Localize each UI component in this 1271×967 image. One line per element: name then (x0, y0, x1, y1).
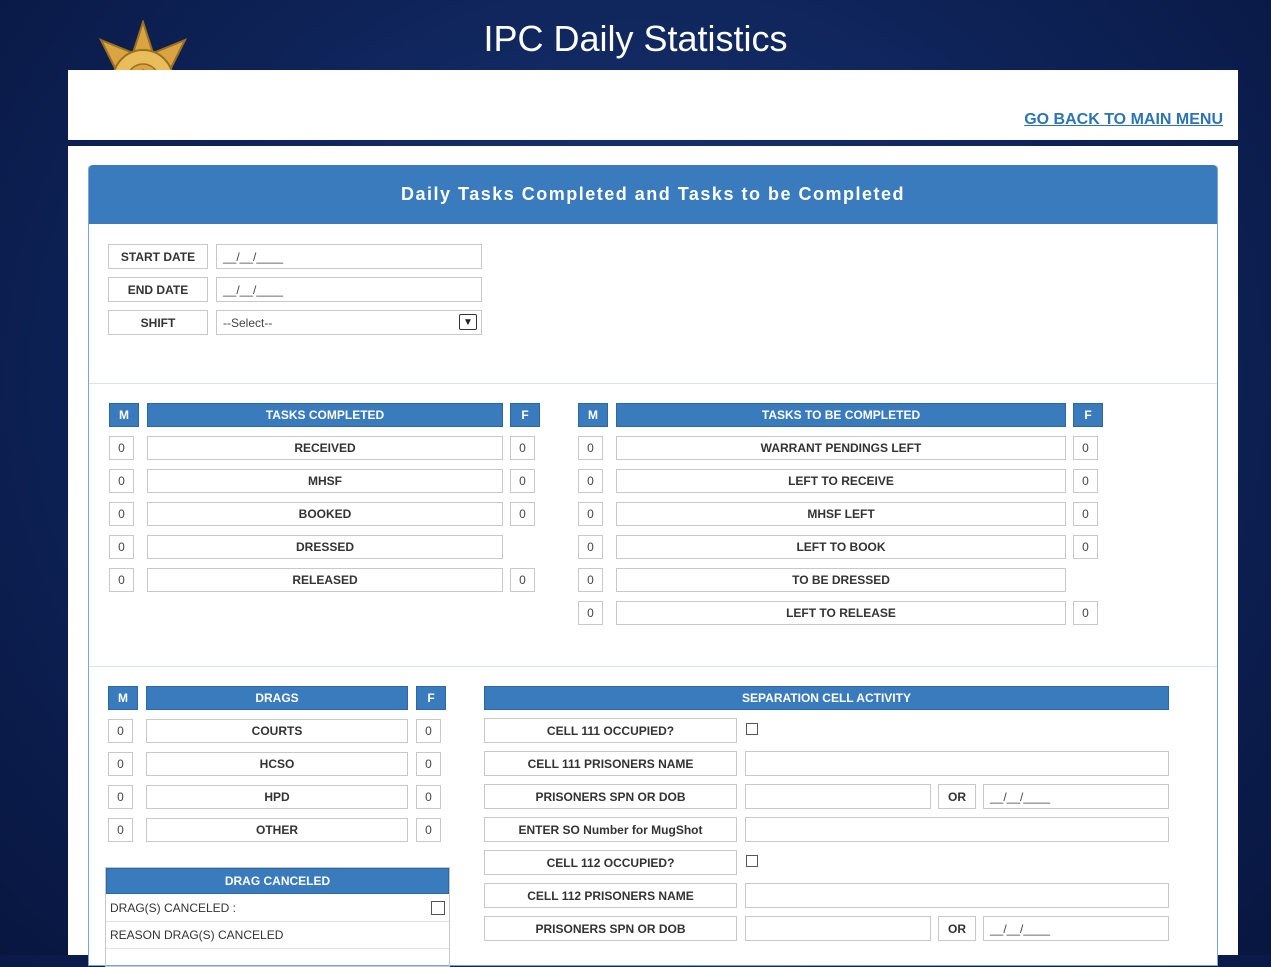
todo-m-header: M (578, 403, 608, 427)
booked-m-input[interactable]: 0 (109, 502, 134, 526)
shift-select[interactable]: --Select-- ▼ (216, 310, 482, 335)
left-to-receive-f-input[interactable]: 0 (1073, 469, 1098, 493)
warrant-pendings-label: WARRANT PENDINGS LEFT (616, 436, 1066, 460)
left-to-book-f-input[interactable]: 0 (1073, 535, 1098, 559)
left-to-book-label: LEFT TO BOOK (616, 535, 1066, 559)
released-f-input[interactable]: 0 (510, 568, 535, 592)
released-label: RELEASED (147, 568, 503, 592)
cell-111-occupied-checkbox[interactable] (746, 723, 758, 735)
dob-input-1[interactable]: __/__/____ (983, 784, 1169, 809)
drags-f-header: F (416, 686, 446, 710)
mhsf-left-m-input[interactable]: 0 (578, 502, 603, 526)
end-date-label: END DATE (108, 277, 208, 302)
booked-f-input[interactable]: 0 (510, 502, 535, 526)
cell-111-name-label: CELL 111 PRISONERS NAME (484, 751, 737, 776)
statistics-panel: Daily Tasks Completed and Tasks to be Co… (88, 165, 1218, 967)
cell-112-occupied-label: CELL 112 OCCUPIED? (484, 850, 737, 875)
prisoners-spn-label-2: PRISONERS SPN OR DOB (484, 916, 737, 941)
or-label-1: OR (938, 784, 976, 809)
header-band: GO BACK TO MAIN MENU (68, 70, 1238, 140)
prisoners-spn-label-1: PRISONERS SPN OR DOB (484, 784, 737, 809)
start-date-input[interactable]: __/__/____ (216, 244, 482, 269)
todo-f-header: F (1073, 403, 1103, 427)
hpd-label: HPD (146, 785, 408, 809)
back-to-main-menu-link[interactable]: GO BACK TO MAIN MENU (1024, 111, 1223, 129)
or-label-2: OR (938, 916, 976, 941)
reason-row: REASON DRAG(S) CANCELED (106, 922, 449, 949)
left-to-receive-label: LEFT TO RECEIVE (616, 469, 1066, 493)
booked-label: BOOKED (147, 502, 503, 526)
drags-canceled-label: DRAG(S) CANCELED : (110, 900, 237, 915)
cell-112-name-label: CELL 112 PRISONERS NAME (484, 883, 737, 908)
drags-m-header: M (108, 686, 138, 710)
so-number-input[interactable] (745, 817, 1169, 842)
mhsf-left-label: MHSF LEFT (616, 502, 1066, 526)
hcso-m-input[interactable]: 0 (108, 752, 133, 776)
panel-title: Daily Tasks Completed and Tasks to be Co… (89, 165, 1217, 224)
other-m-input[interactable]: 0 (108, 818, 133, 842)
received-f-input[interactable]: 0 (510, 436, 535, 460)
drags-canceled-row: DRAG(S) CANCELED : (106, 894, 449, 922)
chevron-down-icon[interactable]: ▼ (459, 314, 477, 330)
drags-canceled-checkbox[interactable] (431, 901, 445, 915)
divider (89, 666, 1217, 667)
cell-112-name-input[interactable] (745, 883, 1169, 908)
to-be-dressed-label: TO BE DRESSED (616, 568, 1066, 592)
courts-m-input[interactable]: 0 (108, 719, 133, 743)
hpd-f-input[interactable]: 0 (416, 785, 441, 809)
left-to-release-f-input[interactable]: 0 (1073, 601, 1098, 625)
courts-f-input[interactable]: 0 (416, 719, 441, 743)
start-date-label: START DATE (108, 244, 208, 269)
cell-111-occupied-label: CELL 111 OCCUPIED? (484, 718, 737, 743)
drags-header: DRAGS (146, 686, 408, 710)
received-m-input[interactable]: 0 (109, 436, 134, 460)
spn-input-1[interactable] (745, 784, 931, 809)
cell-112-occupied-checkbox[interactable] (746, 855, 758, 867)
shift-select-value: --Select-- (223, 315, 273, 330)
mhsf-m-input[interactable]: 0 (109, 469, 134, 493)
released-m-input[interactable]: 0 (109, 568, 134, 592)
cell-111-name-input[interactable] (745, 751, 1169, 776)
separation-cell-activity-header: SEPARATION CELL ACTIVITY (484, 686, 1169, 710)
dressed-m-input[interactable]: 0 (109, 535, 134, 559)
main-content: Daily Tasks Completed and Tasks to be Co… (68, 146, 1238, 967)
warrant-pendings-m-input[interactable]: 0 (578, 436, 603, 460)
warrant-pendings-f-input[interactable]: 0 (1073, 436, 1098, 460)
drag-canceled-box: DRAG CANCELED DRAG(S) CANCELED : REASON … (105, 867, 450, 967)
other-label: OTHER (146, 818, 408, 842)
divider (89, 383, 1217, 384)
dressed-label: DRESSED (147, 535, 503, 559)
courts-label: COURTS (146, 719, 408, 743)
left-to-receive-m-input[interactable]: 0 (578, 469, 603, 493)
hcso-f-input[interactable]: 0 (416, 752, 441, 776)
left-to-release-m-input[interactable]: 0 (578, 601, 603, 625)
spn-input-2[interactable] (745, 916, 931, 941)
so-number-label: ENTER SO Number for MugShot (484, 817, 737, 842)
received-label: RECEIVED (147, 436, 503, 460)
to-be-dressed-m-input[interactable]: 0 (578, 568, 603, 592)
mhsf-f-input[interactable]: 0 (510, 469, 535, 493)
mhsf-label: MHSF (147, 469, 503, 493)
dob-input-2[interactable]: __/__/____ (983, 916, 1169, 941)
tasks-completed-header: TASKS COMPLETED (147, 403, 503, 427)
other-f-input[interactable]: 0 (416, 818, 441, 842)
left-to-book-m-input[interactable]: 0 (578, 535, 603, 559)
mhsf-left-f-input[interactable]: 0 (1073, 502, 1098, 526)
completed-m-header: M (109, 403, 139, 427)
completed-f-header: F (510, 403, 540, 427)
drag-canceled-header: DRAG CANCELED (106, 868, 449, 894)
hpd-m-input[interactable]: 0 (108, 785, 133, 809)
shift-label: SHIFT (108, 310, 208, 335)
left-to-release-label: LEFT TO RELEASE (616, 601, 1066, 625)
tasks-to-be-completed-header: TASKS TO BE COMPLETED (616, 403, 1066, 427)
hcso-label: HCSO (146, 752, 408, 776)
end-date-input[interactable]: __/__/____ (216, 277, 482, 302)
